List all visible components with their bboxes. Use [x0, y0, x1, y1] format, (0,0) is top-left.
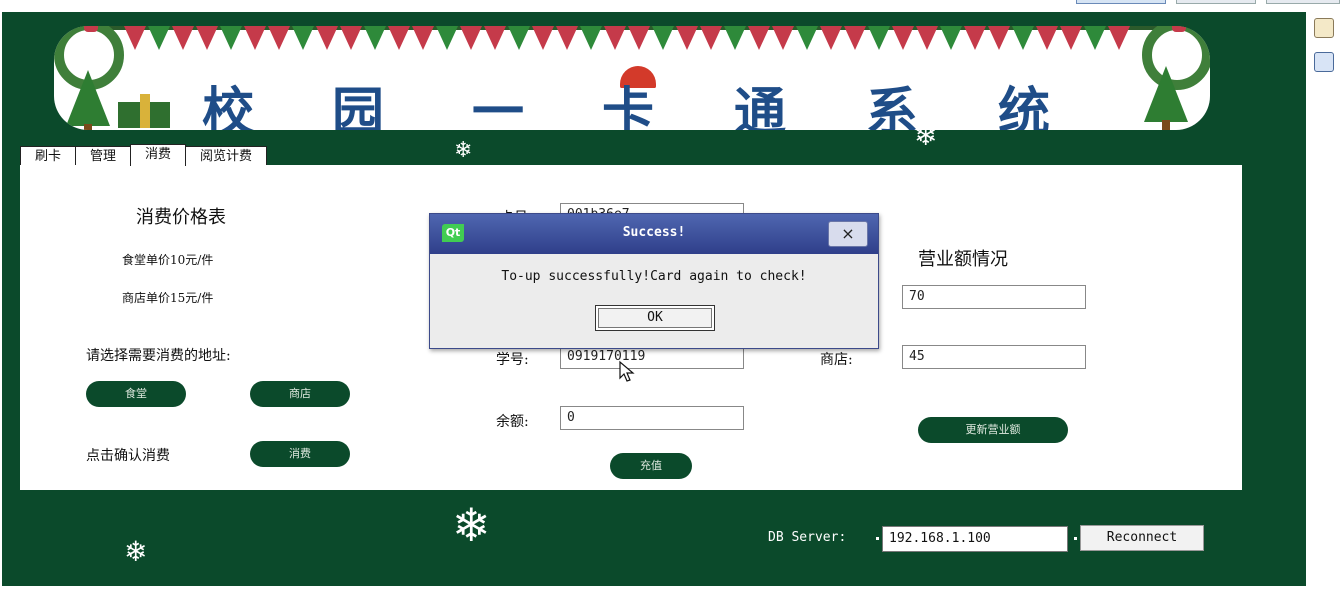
tab-reading-billing[interactable]: 阅览计费	[185, 146, 268, 166]
snowflake-icon: ❄	[124, 535, 148, 568]
choose-location-label: 请选择需要消费的地址:	[86, 348, 231, 364]
banner-title-char-4: 卡	[602, 82, 655, 130]
bunting-flag	[772, 26, 794, 50]
banner-title-char-3: 一	[472, 82, 525, 130]
tab-swipe[interactable]: 刷卡	[20, 146, 77, 166]
mouse-cursor-icon	[619, 360, 635, 382]
canteen-revenue-field[interactable]: 70	[902, 285, 1086, 309]
separator-dot	[876, 537, 879, 540]
bunting-flag	[700, 26, 722, 50]
db-server-input[interactable]: 192.168.1.100	[882, 526, 1068, 552]
banner-title-char-2: 园	[332, 82, 385, 130]
balance-label: 余额:	[496, 414, 529, 430]
bunting-flag	[748, 26, 770, 50]
bunting-flag	[604, 26, 626, 50]
bunting-flag	[148, 26, 170, 50]
price-table-title: 消费价格表	[136, 207, 226, 228]
bunting-flag	[964, 26, 986, 50]
banner-title-char-6: 系	[866, 82, 919, 130]
bunting-flag	[196, 26, 218, 50]
bunting-flag	[676, 26, 698, 50]
notepad-icon[interactable]	[1314, 18, 1334, 38]
bunting-flag	[1084, 26, 1106, 50]
bunting-flag	[364, 26, 386, 50]
tab-consume[interactable]: 消费	[130, 144, 187, 166]
bunting-flag	[244, 26, 266, 50]
tab-bar: 刷卡 管理 消费 阅览计费	[20, 144, 268, 166]
bunting-flag	[628, 26, 650, 50]
bunting-flag	[292, 26, 314, 50]
db-server-label: DB Server:	[768, 530, 847, 545]
bunting-flag	[460, 26, 482, 50]
dialog-titlebar[interactable]: Qt Success! ×	[430, 214, 878, 254]
top-strip-button-3[interactable]	[1266, 0, 1340, 4]
bunting-flag	[172, 26, 194, 50]
shop-revenue-label: 商店:	[820, 352, 853, 368]
bunting-flag	[868, 26, 890, 50]
bunting-flag	[316, 26, 338, 50]
bunting-flag	[508, 26, 530, 50]
snowflake-icon: ❄	[454, 138, 473, 163]
bunting-flag	[724, 26, 746, 50]
consume-button[interactable]: 消费	[250, 441, 350, 467]
bunting-flag	[940, 26, 962, 50]
revenue-title: 营业额情况	[918, 249, 1008, 270]
shop-price-label: 商店单价15元/件	[122, 291, 214, 305]
bunting-flag	[652, 26, 674, 50]
canteen-price-label: 食堂单价10元/件	[122, 253, 214, 267]
bunting-flag	[532, 26, 554, 50]
bunting-flag	[388, 26, 410, 50]
balance-field[interactable]: 0	[560, 406, 744, 430]
top-strip-button-2[interactable]	[1176, 0, 1256, 4]
shop-button[interactable]: 商店	[250, 381, 350, 407]
bunting-flag	[796, 26, 818, 50]
bunting-flag	[340, 26, 362, 50]
bunting-flag	[436, 26, 458, 50]
bunting-flag	[844, 26, 866, 50]
bunting-flag	[820, 26, 842, 50]
bunting-flag	[1060, 26, 1082, 50]
bunting-flag	[1012, 26, 1034, 50]
tree-trunk-left	[84, 124, 92, 130]
top-strip-button-1[interactable]	[1076, 0, 1166, 4]
bunting-flag	[484, 26, 506, 50]
bunting-flag	[556, 26, 578, 50]
bunting-flag	[412, 26, 434, 50]
banner-title-char-7: 统	[998, 82, 1051, 130]
network-icon[interactable]	[1314, 52, 1334, 72]
shop-revenue-field[interactable]: 45	[902, 345, 1086, 369]
banner-title-char-5: 通	[734, 82, 787, 130]
confirm-consume-label: 点击确认消费	[86, 448, 170, 464]
banner-title-char-1: 校	[202, 82, 255, 130]
close-icon[interactable]: ×	[828, 221, 868, 247]
canteen-button[interactable]: 食堂	[86, 381, 186, 407]
christmas-tree-right-icon	[1144, 66, 1188, 122]
bunting-flag	[892, 26, 914, 50]
ok-button[interactable]: OK	[595, 305, 715, 331]
recharge-button[interactable]: 充值	[610, 453, 692, 479]
bunting-flag	[268, 26, 290, 50]
bunting-flag	[124, 26, 146, 50]
update-revenue-button[interactable]: 更新营业额	[918, 417, 1068, 443]
bunting-flag	[580, 26, 602, 50]
reconnect-button[interactable]: Reconnect	[1080, 525, 1204, 551]
bunting-flag	[220, 26, 242, 50]
screen: 校 园 一 卡 通 系 统 ❄ ❄ ❄ ❄ 刷卡 管理 消费 阅览计费 消费价格…	[0, 0, 1340, 592]
christmas-tree-left-icon	[66, 70, 110, 126]
gift-icon	[118, 94, 170, 128]
bunting-flag	[1108, 26, 1130, 50]
snowflake-icon: ❄	[914, 119, 938, 152]
tab-manage[interactable]: 管理	[75, 146, 132, 166]
student-number-label: 学号:	[496, 352, 529, 368]
tree-trunk-right	[1162, 120, 1170, 130]
separator-dot	[1074, 537, 1077, 540]
snowflake-icon: ❄	[452, 498, 491, 552]
bunting-flag	[988, 26, 1010, 50]
success-dialog: Qt Success! × To-up successfully!Card ag…	[429, 213, 879, 349]
bunting-flag	[916, 26, 938, 50]
bunting-flag	[1036, 26, 1058, 50]
banner: 校 园 一 卡 通 系 统	[54, 26, 1210, 130]
dialog-message: To-up successfully!Card again to check!	[501, 269, 807, 284]
dialog-title: Success!	[622, 225, 686, 240]
